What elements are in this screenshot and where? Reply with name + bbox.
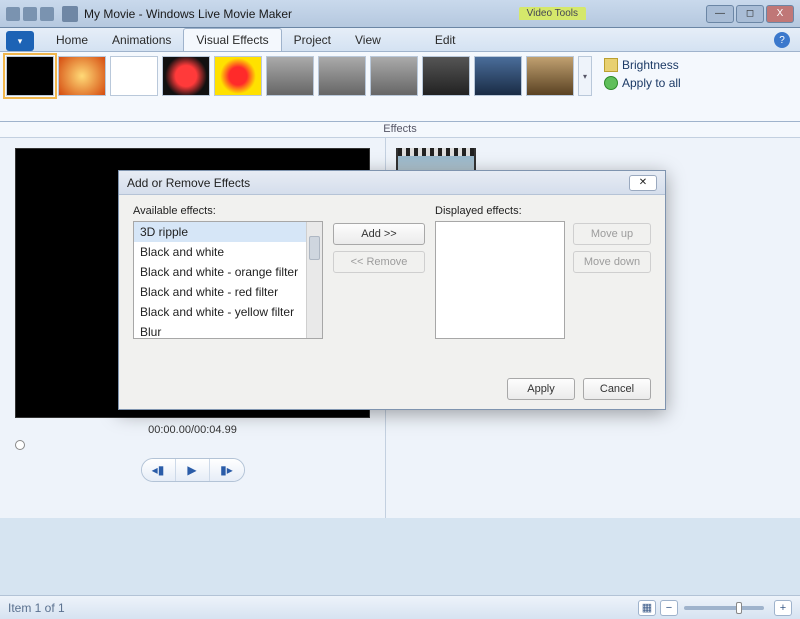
prev-frame-button[interactable]: ◂▮ bbox=[142, 459, 176, 481]
next-frame-button[interactable]: ▮▸ bbox=[210, 459, 244, 481]
video-tools-label: Video Tools bbox=[519, 7, 586, 20]
close-button[interactable]: X bbox=[766, 5, 794, 23]
title-bar: My Movie - Windows Live Movie Maker Vide… bbox=[0, 0, 800, 28]
displayed-effects-label: Displayed effects: bbox=[435, 205, 565, 217]
timecode: 00:00.00/00:04.99 bbox=[148, 424, 237, 436]
effect-thumbnail[interactable] bbox=[370, 56, 418, 96]
zoom-out-button[interactable]: − bbox=[660, 600, 678, 616]
displayed-effects-list[interactable] bbox=[435, 221, 565, 339]
tab-project[interactable]: Project bbox=[282, 29, 343, 51]
zoom-slider[interactable] bbox=[684, 606, 764, 610]
qat-icon[interactable] bbox=[6, 7, 20, 21]
tab-view[interactable]: View bbox=[343, 29, 393, 51]
effect-thumbnail[interactable] bbox=[526, 56, 574, 96]
brightness-label: Brightness bbox=[622, 58, 679, 72]
apply-to-all-button[interactable]: Apply to all bbox=[604, 76, 681, 90]
ribbon-effects: ▾ Brightness Apply to all bbox=[0, 52, 800, 122]
list-item[interactable]: 3D ripple bbox=[134, 222, 322, 242]
status-text: Item 1 of 1 bbox=[8, 601, 65, 615]
ribbon-group-caption: Effects bbox=[0, 122, 800, 138]
tab-home[interactable]: Home bbox=[44, 29, 100, 51]
seek-slider[interactable] bbox=[15, 440, 370, 448]
dialog-title-bar: Add or Remove Effects ✕ bbox=[119, 171, 665, 195]
tab-visual-effects[interactable]: Visual Effects bbox=[183, 28, 281, 51]
move-down-button[interactable]: Move down bbox=[573, 251, 651, 273]
list-item[interactable]: Black and white bbox=[134, 242, 322, 262]
contextual-tab-group: Video Tools bbox=[519, 7, 586, 20]
quick-access-toolbar bbox=[6, 7, 54, 21]
app-menu-button[interactable]: ▾ bbox=[6, 31, 34, 51]
available-effects-label: Available effects: bbox=[133, 205, 323, 217]
effect-thumbnail[interactable] bbox=[162, 56, 210, 96]
list-item[interactable]: Black and white - yellow filter bbox=[134, 302, 322, 322]
list-item[interactable]: Black and white - orange filter bbox=[134, 262, 322, 282]
list-item[interactable]: Blur bbox=[134, 322, 322, 339]
effect-thumbnail[interactable] bbox=[318, 56, 366, 96]
seek-thumb[interactable] bbox=[15, 440, 25, 450]
add-button[interactable]: Add >> bbox=[333, 223, 425, 245]
brightness-icon bbox=[604, 58, 618, 72]
effect-thumbnail[interactable] bbox=[214, 56, 262, 96]
play-button[interactable]: ▶ bbox=[176, 459, 210, 481]
help-icon[interactable]: ? bbox=[774, 32, 790, 48]
effect-thumbnail[interactable] bbox=[266, 56, 314, 96]
playback-controls: ◂▮ ▶ ▮▸ bbox=[141, 458, 245, 482]
qat-icon[interactable] bbox=[23, 7, 37, 21]
brightness-button[interactable]: Brightness bbox=[604, 58, 681, 72]
effect-thumbnail[interactable] bbox=[110, 56, 158, 96]
minimize-button[interactable]: — bbox=[706, 5, 734, 23]
cancel-button[interactable]: Cancel bbox=[583, 378, 651, 400]
qat-icon[interactable] bbox=[40, 7, 54, 21]
dialog-close-button[interactable]: ✕ bbox=[629, 175, 657, 191]
effect-thumbnail[interactable] bbox=[6, 56, 54, 96]
maximize-button[interactable]: ◻ bbox=[736, 5, 764, 23]
tab-edit[interactable]: Edit bbox=[423, 29, 468, 51]
dialog-title: Add or Remove Effects bbox=[127, 176, 250, 190]
window-title: My Movie - Windows Live Movie Maker bbox=[84, 7, 292, 21]
apply-button[interactable]: Apply bbox=[507, 378, 575, 400]
available-effects-list[interactable]: 3D ripple Black and white Black and whit… bbox=[133, 221, 323, 339]
move-up-button[interactable]: Move up bbox=[573, 223, 651, 245]
tab-animations[interactable]: Animations bbox=[100, 29, 183, 51]
list-item[interactable]: Black and white - red filter bbox=[134, 282, 322, 302]
gallery-dropdown[interactable]: ▾ bbox=[578, 56, 592, 96]
remove-button[interactable]: << Remove bbox=[333, 251, 425, 273]
apply-all-icon bbox=[604, 76, 618, 90]
scroll-thumb[interactable] bbox=[309, 236, 320, 260]
app-icon bbox=[62, 6, 78, 22]
view-mode-icon[interactable]: ▦ bbox=[638, 600, 656, 616]
apply-all-label: Apply to all bbox=[622, 76, 681, 90]
effect-thumbnail[interactable] bbox=[474, 56, 522, 96]
status-bar: Item 1 of 1 ▦ − + bbox=[0, 595, 800, 619]
zoom-in-button[interactable]: + bbox=[774, 600, 792, 616]
effect-thumbnail[interactable] bbox=[58, 56, 106, 96]
effect-thumbnail[interactable] bbox=[422, 56, 470, 96]
scrollbar[interactable] bbox=[306, 222, 322, 338]
zoom-thumb[interactable] bbox=[736, 602, 742, 614]
add-remove-effects-dialog: Add or Remove Effects ✕ Available effect… bbox=[118, 170, 666, 410]
ribbon-tabs: ▾ Home Animations Visual Effects Project… bbox=[0, 28, 800, 52]
effects-gallery: ▾ bbox=[6, 56, 592, 119]
